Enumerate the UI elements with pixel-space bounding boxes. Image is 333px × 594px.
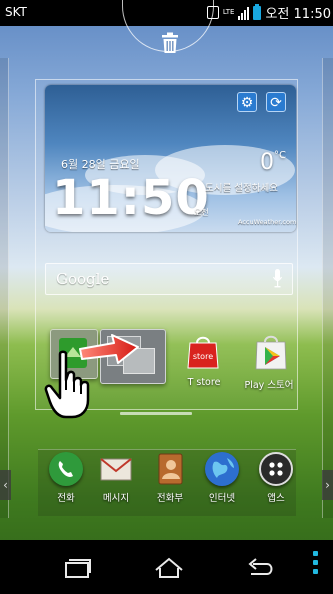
microphone-icon[interactable] — [273, 269, 282, 289]
widget-ampm: 오전 — [194, 208, 209, 217]
carrier-label: SKT — [5, 5, 27, 19]
widget-provider: AccuWeather.com — [238, 218, 297, 226]
page-indicator — [120, 412, 192, 415]
back-icon[interactable] — [245, 556, 277, 580]
left-page-preview[interactable] — [0, 58, 9, 518]
refresh-icon: ⟳ — [270, 95, 282, 111]
globe-icon — [205, 452, 239, 486]
widget-clock: 11:50 — [52, 170, 210, 226]
right-page-preview[interactable] — [322, 58, 333, 518]
tstore-icon[interactable]: store — [186, 334, 220, 370]
menu-icon[interactable] — [313, 551, 319, 583]
dock-item-contacts[interactable]: 전화부 — [148, 452, 192, 504]
contacts-icon — [153, 452, 187, 486]
network-type: LTE — [222, 8, 235, 16]
pointing-hand-icon — [44, 350, 90, 419]
battery-icon — [253, 3, 262, 20]
svg-text:store: store — [193, 352, 213, 361]
dock-item-phone[interactable]: 전화 — [44, 452, 88, 504]
google-search-bar[interactable]: Google — [45, 263, 293, 295]
chevron-left-icon[interactable]: ‹ — [0, 470, 11, 500]
signal-icon — [238, 6, 250, 20]
home-screen-edit-mode: SKT LTE 오전 11:50 ‹ › ⚙ ⟳ 6월 28일 금요일 11:5… — [0, 0, 333, 594]
play-store-icon[interactable] — [254, 332, 288, 370]
dock-item-apps[interactable]: 앱스 — [254, 452, 298, 504]
chevron-right-icon[interactable]: › — [322, 470, 333, 500]
phone-icon — [49, 452, 83, 486]
home-icon[interactable] — [153, 556, 185, 580]
weather-refresh-button[interactable]: ⟳ — [266, 92, 286, 112]
dock-item-messages[interactable]: 메시지 — [94, 452, 138, 504]
message-icon — [99, 452, 133, 486]
status-time: 오전 11:50 — [265, 7, 331, 22]
google-logo: Google — [56, 270, 110, 288]
widget-temperature: 0°C — [260, 150, 286, 175]
gear-icon: ⚙ — [240, 95, 254, 111]
app-label-play-store: Play 스토어 — [244, 380, 294, 391]
status-icons: LTE 오전 11:50 — [206, 3, 331, 22]
apps-grid-icon — [259, 452, 293, 486]
recent-apps-icon[interactable] — [62, 556, 92, 580]
widget-location-prompt[interactable]: 도시를 설정하세요 — [205, 180, 278, 194]
dock-item-internet[interactable]: 인터넷 — [200, 452, 244, 504]
weather-settings-button[interactable]: ⚙ — [237, 92, 257, 112]
app-label-tstore: T store — [187, 377, 221, 388]
trash-icon[interactable] — [161, 32, 179, 54]
